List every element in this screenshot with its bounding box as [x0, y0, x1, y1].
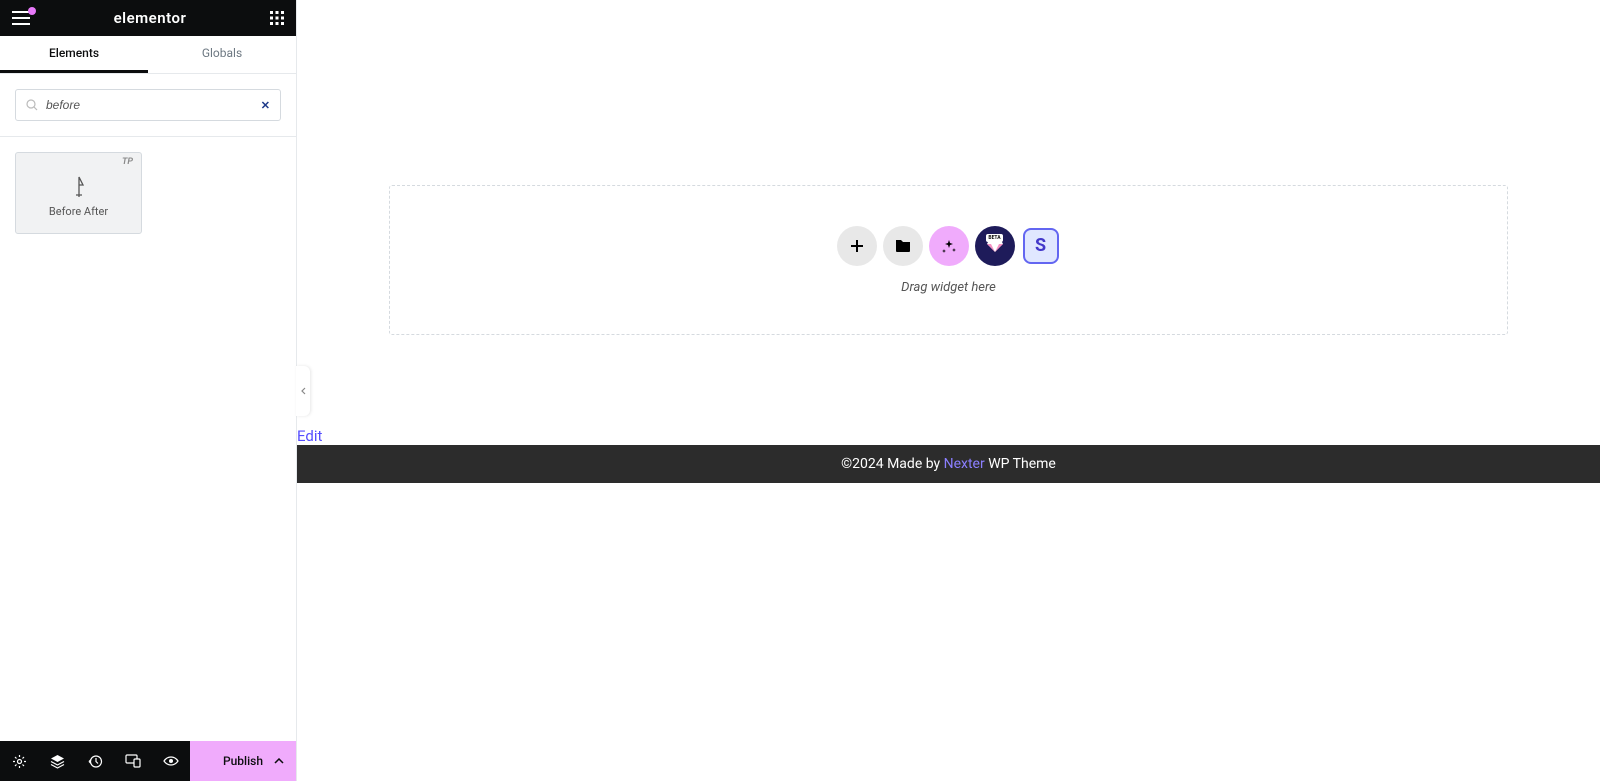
responsive-button[interactable] — [114, 741, 152, 781]
search-box: ✕ — [15, 89, 281, 121]
edit-link[interactable]: Edit — [297, 427, 1600, 445]
navigator-button[interactable] — [38, 741, 76, 781]
plus-icon — [850, 239, 864, 253]
layers-icon — [50, 754, 65, 769]
widget-badge: TP — [122, 157, 133, 167]
panel-tabs: Elements Globals — [0, 36, 296, 74]
ai-button[interactable] — [929, 226, 969, 266]
dropzone-text: Drag widget here — [901, 280, 996, 295]
publish-button[interactable]: Publish — [190, 741, 296, 781]
chevron-left-icon — [301, 387, 306, 395]
history-button[interactable] — [76, 741, 114, 781]
canvas: BETA S Drag widget here Edit ©2024 Made … — [297, 0, 1600, 781]
footer-prefix: ©2024 Made by — [841, 456, 943, 472]
page-footer: ©2024 Made by Nexter WP Theme — [297, 445, 1600, 483]
tab-elements[interactable]: Elements — [0, 36, 148, 73]
hamburger-icon — [12, 11, 30, 25]
editor-panel: elementor Elements Globals ✕ TP Before A… — [0, 0, 297, 781]
chevron-up-icon — [274, 758, 284, 764]
devices-icon — [125, 754, 141, 768]
beta-badge: BETA — [986, 234, 1002, 242]
tab-globals[interactable]: Globals — [148, 36, 296, 73]
sparkle-icon — [941, 238, 957, 254]
eye-icon — [163, 756, 179, 766]
history-icon — [88, 754, 103, 769]
search-input[interactable] — [46, 98, 253, 112]
settings-button[interactable] — [0, 741, 38, 781]
gear-icon — [12, 754, 27, 769]
collapse-panel-button[interactable] — [296, 366, 310, 416]
clear-search-button[interactable]: ✕ — [261, 99, 270, 112]
widget-label: Before After — [49, 205, 108, 218]
apps-button[interactable] — [270, 11, 284, 25]
dropzone-buttons: BETA S — [837, 226, 1061, 266]
s-icon-label: S — [1035, 235, 1046, 256]
panel-footer: Publish — [0, 741, 296, 781]
preview-button[interactable] — [152, 741, 190, 781]
menu-button[interactable] — [12, 11, 30, 25]
templates-button[interactable] — [883, 226, 923, 266]
publish-label: Publish — [223, 754, 263, 768]
before-after-icon — [69, 175, 89, 197]
folder-icon — [895, 239, 911, 252]
widget-before-after[interactable]: TP Before After — [15, 152, 142, 234]
widgets-list: TP Before After — [0, 137, 296, 741]
footer-link[interactable]: Nexter — [944, 456, 985, 472]
add-section-button[interactable] — [837, 226, 877, 266]
search-wrap: ✕ — [0, 74, 296, 137]
grid-icon — [270, 11, 284, 25]
footer-suffix: WP Theme — [985, 456, 1056, 472]
premium-button[interactable]: BETA — [975, 226, 1015, 266]
s-button[interactable]: S — [1023, 228, 1059, 264]
logo: elementor — [114, 9, 187, 27]
panel-header: elementor — [0, 0, 296, 36]
search-icon — [26, 99, 38, 111]
dropzone[interactable]: BETA S Drag widget here — [389, 185, 1508, 335]
